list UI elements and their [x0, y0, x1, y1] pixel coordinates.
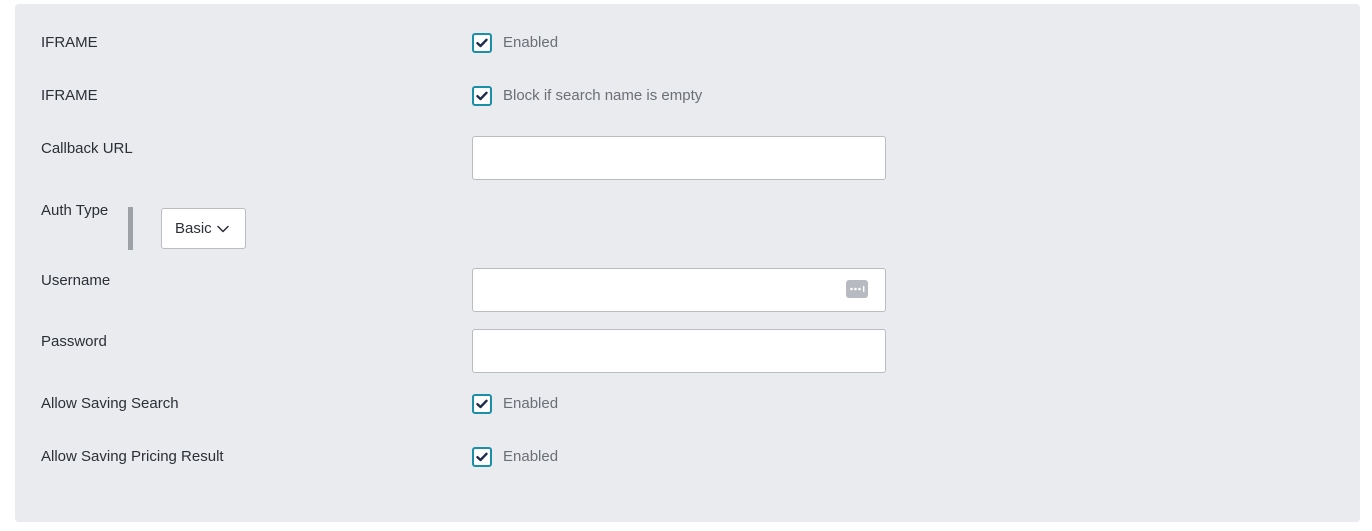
callback-url-label: Callback URL	[41, 140, 133, 157]
iframe-enabled-checkbox[interactable]	[472, 33, 492, 53]
check-icon	[476, 91, 488, 101]
username-field	[472, 268, 886, 312]
iframe-label: IFRAME	[41, 34, 98, 51]
iframe-enabled-text: Enabled	[503, 34, 559, 51]
settings-panel: IFRAME Enabled IFRAME Block if search na…	[15, 4, 1360, 522]
auth-type-label: Auth Type	[41, 202, 109, 219]
allow-saving-pricing-option: Enabled	[472, 445, 558, 469]
allow-saving-pricing-checkbox[interactable]	[472, 447, 492, 467]
username-input[interactable]	[472, 268, 886, 312]
iframe-block-option: Block if search name is empty	[472, 84, 702, 108]
auth-type-select[interactable]: Basic	[161, 208, 246, 249]
check-icon	[476, 38, 488, 48]
iframe-enabled-option: Enabled	[472, 31, 558, 55]
auth-type-selected-value: Basic	[175, 220, 212, 237]
password-input[interactable]	[472, 329, 886, 373]
allow-saving-search-label: Allow Saving Search	[41, 395, 179, 412]
iframe-block-label: IFRAME	[41, 87, 98, 104]
auth-type-divider	[128, 207, 133, 250]
allow-saving-search-option: Enabled	[472, 392, 558, 416]
callback-url-input[interactable]	[472, 136, 886, 180]
check-icon	[476, 399, 488, 409]
password-label: Password	[41, 333, 107, 350]
iframe-block-checkbox[interactable]	[472, 86, 492, 106]
username-label: Username	[41, 272, 111, 289]
allow-saving-search-text: Enabled	[503, 395, 559, 412]
password-manager-icon[interactable]	[846, 280, 868, 298]
chevron-down-icon	[216, 225, 229, 233]
iframe-block-text: Block if search name is empty	[503, 87, 703, 104]
allow-saving-pricing-text: Enabled	[503, 448, 559, 465]
allow-saving-pricing-label: Allow Saving Pricing Result	[41, 448, 224, 465]
check-icon	[476, 452, 488, 462]
allow-saving-search-checkbox[interactable]	[472, 394, 492, 414]
